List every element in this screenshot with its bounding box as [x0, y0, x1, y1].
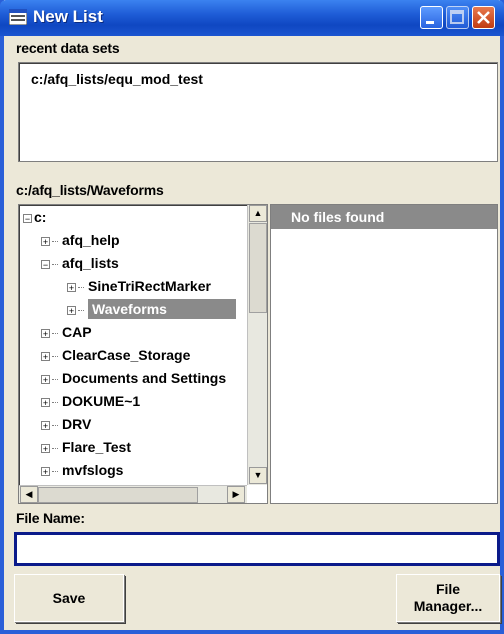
tree-item-waveforms[interactable]: + Waveforms — [67, 299, 236, 319]
file-list[interactable]: No files found — [270, 204, 498, 504]
minimize-button[interactable] — [420, 6, 443, 29]
tree-item-clearcase-storage[interactable]: + ClearCase_Storage — [41, 345, 190, 365]
tree-item-label: Flare_Test — [62, 439, 131, 455]
scroll-down-button[interactable]: ▼ — [249, 467, 267, 484]
save-button[interactable]: Save — [14, 574, 124, 622]
collapse-icon[interactable]: − — [41, 259, 50, 269]
list-window-icon — [9, 9, 27, 25]
tree-item-label: SineTriRectMarker — [88, 278, 211, 294]
current-path-label: c:/afq_lists/Waveforms — [16, 182, 164, 198]
directory-tree[interactable]: − c: + afq_help − afq_lists + SineTriRectMar… — [18, 204, 268, 504]
tree-item-mvfslogs[interactable]: + mvfslogs — [41, 460, 123, 480]
file-name-field[interactable] — [14, 532, 500, 566]
scroll-up-button[interactable]: ▲ — [249, 205, 267, 222]
expand-icon[interactable]: + — [41, 351, 50, 361]
close-button[interactable] — [472, 6, 495, 29]
tree-item-label: afq_lists — [62, 255, 119, 271]
tree-item-label: Documents and Settings — [62, 370, 227, 386]
vertical-scrollbar[interactable]: ▲ ▼ — [247, 205, 267, 485]
maximize-button[interactable] — [446, 6, 469, 29]
vertical-scroll-thumb[interactable] — [249, 223, 267, 313]
tree-item-label: c: — [34, 209, 47, 225]
expand-icon[interactable]: + — [67, 305, 76, 315]
recent-data-sets-list[interactable]: c:/afq_lists/equ_mod_test — [18, 62, 498, 162]
file-manager-label-line1: File — [435, 581, 461, 597]
expand-icon[interactable]: + — [41, 374, 50, 384]
new-list-dialog: New List recent data sets c:/afq_lists/e… — [0, 0, 504, 634]
window-title: New List — [33, 7, 103, 26]
collapse-icon[interactable]: − — [23, 213, 32, 223]
scroll-right-button[interactable]: ▶ — [227, 486, 245, 503]
minimize-icon — [426, 21, 434, 24]
file-manager-label-line2: Manager... — [413, 598, 483, 614]
no-files-message: No files found — [271, 205, 497, 229]
tree-item-flare-test[interactable]: + Flare_Test — [41, 437, 131, 457]
file-manager-button[interactable]: File Manager... — [396, 574, 500, 622]
file-name-label: File Name: — [16, 510, 85, 526]
expand-icon[interactable]: + — [41, 420, 50, 430]
tree-item-dokume[interactable]: + DOKUME~1 — [41, 391, 140, 411]
tree-item-afq-help[interactable]: + afq_help — [41, 230, 120, 250]
file-name-input[interactable] — [21, 539, 495, 561]
expand-icon[interactable]: + — [41, 443, 50, 453]
maximize-icon — [450, 10, 464, 24]
horizontal-scroll-thumb[interactable] — [38, 487, 198, 503]
expand-icon[interactable]: + — [41, 236, 50, 246]
tree-item-drv[interactable]: + DRV — [41, 414, 91, 434]
tree-item-c[interactable]: − c: — [23, 207, 46, 227]
expand-icon[interactable]: + — [41, 466, 50, 476]
close-icon — [477, 11, 490, 24]
tree-item-afq-lists[interactable]: − afq_lists — [41, 253, 119, 273]
recent-data-sets-label: recent data sets — [16, 40, 120, 56]
tree-item-label: afq_help — [62, 232, 120, 248]
tree-item-label: DOKUME~1 — [62, 393, 141, 409]
title-bar[interactable]: New List — [0, 0, 504, 36]
tree-item-label: mvfslogs — [62, 462, 124, 478]
tree-item-label: DRV — [62, 416, 92, 432]
tree-item-label-selected: Waveforms — [88, 299, 236, 319]
tree-item-label: ClearCase_Storage — [62, 347, 191, 363]
tree-item-label: CAP — [62, 324, 92, 340]
expand-icon[interactable]: + — [67, 282, 76, 292]
tree-item-cap[interactable]: + CAP — [41, 322, 92, 342]
save-button-label: Save — [52, 589, 86, 606]
expand-icon[interactable]: + — [41, 397, 50, 407]
scroll-left-button[interactable]: ◀ — [20, 486, 38, 503]
expand-icon[interactable]: + — [41, 328, 50, 338]
tree-item-documents-and-settings[interactable]: + Documents and Settings — [41, 368, 226, 388]
horizontal-scrollbar[interactable]: ◀ ▶ — [19, 485, 247, 503]
tree-item-sinetrirectmarker[interactable]: + SineTriRectMarker — [67, 276, 211, 296]
recent-item[interactable]: c:/afq_lists/equ_mod_test — [31, 71, 203, 87]
